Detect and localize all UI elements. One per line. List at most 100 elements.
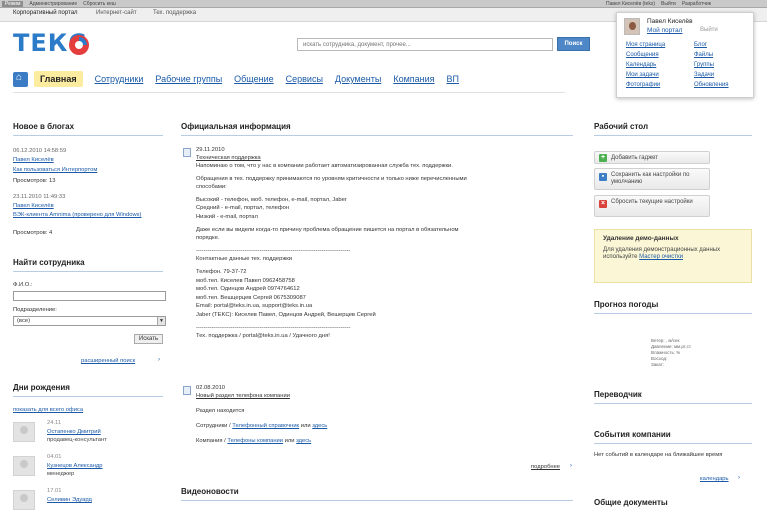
blogs-divider xyxy=(13,135,163,136)
clear-cache-link[interactable]: Сбросить кеш xyxy=(83,1,116,7)
user-link-my-tasks[interactable]: Мои задачи xyxy=(626,72,694,78)
department-label: Подразделение: xyxy=(13,307,57,313)
blog-post-author[interactable]: Павел Киселёв xyxy=(13,202,54,211)
news-text: способами: xyxy=(196,184,227,191)
chevron-right-icon: › xyxy=(158,357,160,363)
search-button[interactable]: Поиск xyxy=(557,37,590,51)
here-link[interactable]: здесь xyxy=(296,438,311,444)
chevron-down-icon[interactable]: ▼ xyxy=(157,317,165,325)
blog-post-title[interactable]: Как пользоваться Интерпортом xyxy=(13,166,97,175)
user-photo-icon[interactable] xyxy=(13,456,35,476)
nav-documents[interactable]: Документы xyxy=(335,74,381,84)
nav-workgroups[interactable]: Рабочие группы xyxy=(155,74,222,84)
user-link-files[interactable]: Файлы xyxy=(694,52,752,58)
department-value: (все) xyxy=(17,318,30,324)
translator-divider xyxy=(594,403,752,404)
tab-corporate-portal[interactable]: Корпоративный портал xyxy=(13,10,78,16)
news-text: моб.тел. Одинцов Андрей 0974764612 xyxy=(196,286,300,293)
birthday-date: 04.01 xyxy=(47,454,62,460)
cleanup-wizard-link[interactable]: Мастер очистки xyxy=(639,254,683,260)
fio-input[interactable] xyxy=(13,291,166,301)
blog-post-date: 06.12.2010 14:58:59 xyxy=(13,148,67,154)
show-all-office-link[interactable]: показать для всего офиса xyxy=(13,406,83,415)
logout-link[interactable]: Выйти xyxy=(700,27,718,33)
news-text: Напоминаю о том, что у нас в компании ра… xyxy=(196,163,453,169)
search-input[interactable] xyxy=(297,38,553,51)
find-employee-title: Найти сотрудника xyxy=(13,258,85,267)
news-title-link[interactable]: Новый раздел телефона компании xyxy=(196,392,290,400)
nav-communication[interactable]: Общение xyxy=(234,74,273,84)
demo-data-notice: Удаление демо-данных Для удаления демонс… xyxy=(594,229,752,283)
desktop-divider xyxy=(594,135,752,136)
birthday-name[interactable]: Селивин Эдуард xyxy=(47,497,92,503)
blog-post-title[interactable]: ВЭК-клиента Amnima (проверено для Window… xyxy=(13,211,163,219)
administration-link[interactable]: Администрирование xyxy=(29,1,77,7)
user-link-messages[interactable]: Сообщения xyxy=(626,52,694,58)
mode-button[interactable]: Режим xyxy=(2,1,24,7)
add-gadget-button[interactable]: + Добавить гаджет xyxy=(594,151,710,164)
user-link-groups[interactable]: Группы xyxy=(694,62,752,68)
user-avatar[interactable] xyxy=(624,18,640,35)
nav-vp[interactable]: ВП xyxy=(447,74,459,84)
find-button[interactable]: Искать xyxy=(134,334,163,344)
news-text-or: или xyxy=(283,438,297,444)
nav-main[interactable]: Главная xyxy=(34,71,83,87)
video-news-title: Видеоновости xyxy=(181,487,239,496)
department-select[interactable]: (все) ▼ xyxy=(13,316,166,326)
blog-post-author[interactable]: Павел Киселёв xyxy=(13,156,54,165)
news-text: Тех. поддержка / portal@teks.in.ua / Уда… xyxy=(196,333,330,340)
user-panel: Павел Киселёв Мой портал Выйти Моя стран… xyxy=(616,12,754,98)
news-text: моб.тел. Киселев Павел 0962458758 xyxy=(196,277,295,284)
translator-title: Переводчик xyxy=(594,390,642,399)
advanced-search-link[interactable]: расширенный поиск xyxy=(81,357,135,366)
save-default-settings-button[interactable]: ▪ Сохранить как настройки по умолчанию xyxy=(594,168,710,190)
news-text: Сотрудники / Телефонный справочник или з… xyxy=(196,422,327,430)
reset-icon: × xyxy=(599,200,607,208)
nav-employees[interactable]: Сотрудники xyxy=(95,74,144,84)
user-photo-icon[interactable] xyxy=(13,490,35,510)
find-divider xyxy=(13,271,163,272)
fio-label: Ф.И.О.: xyxy=(13,282,33,288)
shared-docs-title: Общие документы xyxy=(594,498,668,507)
reset-settings-button[interactable]: × Сбросить текущие настройки xyxy=(594,195,710,217)
news-text: Контактные данные тех. поддержки xyxy=(196,256,292,263)
my-portal-link[interactable]: Мой портал xyxy=(647,27,682,34)
nav-services[interactable]: Сервисы xyxy=(286,74,323,84)
user-link-photos[interactable]: Фотографии xyxy=(626,82,694,88)
birthday-item: 24.11 Остапенко Дмитрий продавец-консуль… xyxy=(13,420,163,444)
chevron-right-icon: › xyxy=(570,463,572,469)
reset-settings-label: Сбросить текущие настройки xyxy=(611,199,693,205)
tab-tech-support[interactable]: Тех. поддержка xyxy=(153,10,196,16)
company-phones-link[interactable]: Телефоны компании xyxy=(227,438,283,444)
admin-user-name[interactable]: Павел Киселёв (teks) xyxy=(606,1,655,7)
logo-emblem-icon xyxy=(69,35,89,55)
news-separator: ----------------------------------------… xyxy=(196,324,351,331)
calendar-link[interactable]: календарь xyxy=(700,475,729,484)
user-link-calendar[interactable]: Календарь xyxy=(626,62,694,68)
user-link-tasks[interactable]: Задачи xyxy=(694,72,752,78)
news-text: Телефон. 79-37-72 xyxy=(196,269,247,275)
add-gadget-label: Добавить гаджет xyxy=(611,155,658,161)
birthday-name[interactable]: Кузнецов Александр xyxy=(47,463,103,469)
weather-details: Ветер: , м/сек Давление: мм.рт.ст. Влажн… xyxy=(651,338,692,368)
more-link[interactable]: подробнее xyxy=(531,463,560,471)
logo[interactable]: ТЕКС xyxy=(13,29,93,59)
news-title-link[interactable]: Техническая поддержка xyxy=(196,154,261,162)
developer-menu[interactable]: Разработчик xyxy=(682,1,711,7)
blog-post-views: Просмотров: 4 xyxy=(13,230,53,236)
tab-internet-site[interactable]: Интернет-сайт xyxy=(96,10,137,16)
chevron-right-icon: › xyxy=(738,475,740,481)
blogs-title: Новое в блогах xyxy=(13,122,75,131)
admin-logout-link[interactable]: Выйти xyxy=(661,1,676,7)
news-text: порядке. xyxy=(196,235,220,242)
user-link-updates[interactable]: Обновления xyxy=(694,82,752,88)
phonebook-link[interactable]: Телефонный справочник xyxy=(232,423,299,429)
user-photo-icon[interactable] xyxy=(13,422,35,442)
user-link-blog[interactable]: Блог xyxy=(694,42,752,48)
here-link[interactable]: здесь xyxy=(312,423,327,429)
birthday-date: 17.01 xyxy=(47,488,62,494)
home-icon[interactable] xyxy=(13,71,28,87)
birthday-name[interactable]: Остапенко Дмитрий xyxy=(47,429,101,435)
user-link-my-page[interactable]: Моя страница xyxy=(626,42,694,48)
nav-company[interactable]: Компания xyxy=(393,74,434,84)
